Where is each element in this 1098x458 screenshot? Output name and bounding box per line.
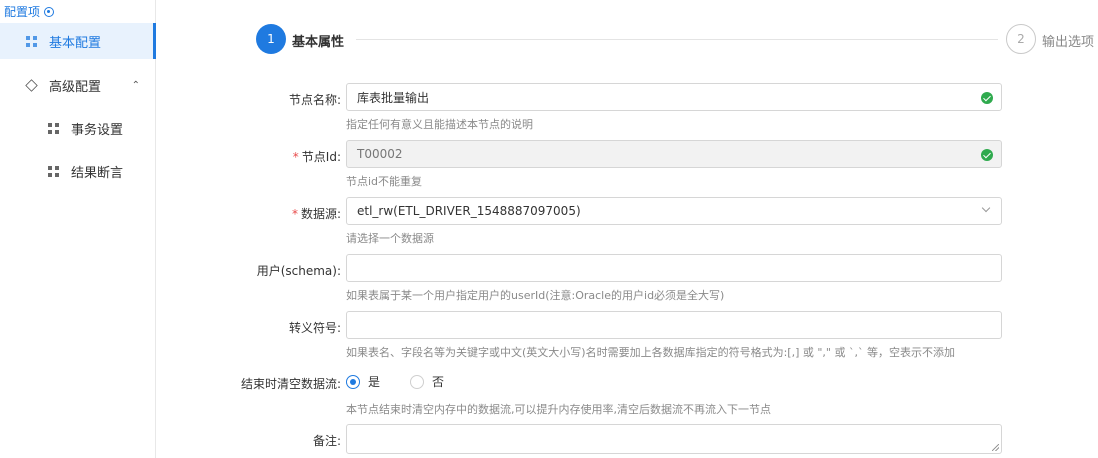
sidebar-item-basic-config[interactable]: 基本配置	[0, 23, 156, 59]
escape-help: 如果表名、字段名等为关键字或中文(英文大小写)名时需要加上各数据库指定的符号格式…	[346, 346, 955, 359]
radio-label: 是	[368, 375, 381, 389]
cube-icon	[25, 78, 38, 92]
step-divider	[356, 39, 998, 40]
sidebar-item-label: 事务设置	[71, 122, 124, 138]
datasource-help: 请选择一个数据源	[346, 232, 434, 245]
clear-stream-radio-group: 是 否	[346, 373, 444, 390]
grid-icon	[48, 122, 59, 134]
node-id-label: * 节点Id:	[292, 150, 341, 164]
sidebar-item-label: 基本配置	[49, 35, 102, 51]
sidebar-item-transaction-settings[interactable]: 事务设置	[0, 110, 156, 146]
escape-label: 转义符号:	[288, 321, 341, 335]
schema-label: 用户(schema):	[256, 264, 341, 278]
sidebar-title: 配置项	[4, 3, 55, 20]
sidebar: 配置项 基本配置 高级配置 ⌃ 事务设置 结果断言	[0, 0, 156, 458]
grid-icon	[48, 165, 59, 177]
settings-icon[interactable]	[44, 6, 55, 17]
node-name-input[interactable]: 库表批量输出	[346, 83, 1002, 111]
step-1-label[interactable]: 基本属性	[292, 31, 344, 50]
app: 配置项 基本配置 高级配置 ⌃ 事务设置 结果断言 1 基本属性 2 输出选项	[0, 0, 1098, 458]
radio-checked-icon	[346, 374, 360, 389]
escape-input[interactable]	[346, 311, 1002, 339]
check-circle-icon	[981, 149, 993, 161]
datasource-select[interactable]: etl_rw(ETL_DRIVER_1548887097005)	[346, 197, 1002, 225]
step-2-label[interactable]: 输出选项	[1042, 31, 1094, 50]
radio-no[interactable]: 否	[410, 373, 444, 390]
datasource-value: etl_rw(ETL_DRIVER_1548887097005)	[357, 204, 581, 218]
node-id-value: T00002	[357, 147, 403, 161]
chevron-down-icon	[981, 203, 991, 213]
sidebar-item-advanced-config[interactable]: 高级配置 ⌃	[0, 67, 156, 103]
schema-input[interactable]	[346, 254, 1002, 282]
node-name-label: 节点名称:	[288, 93, 341, 107]
datasource-label: * 数据源:	[291, 207, 341, 221]
required-mark: *	[291, 207, 298, 221]
steps: 1 基本属性 2 输出选项	[256, 24, 1096, 56]
radio-unchecked-icon	[410, 374, 425, 389]
resize-handle-icon[interactable]	[992, 444, 999, 451]
step-2-indicator[interactable]: 2	[1006, 24, 1036, 54]
grid-icon	[26, 35, 37, 47]
radio-yes[interactable]: 是	[346, 373, 380, 390]
sidebar-item-label: 结果断言	[71, 165, 124, 181]
sidebar-item-result-assertion[interactable]: 结果断言	[0, 153, 156, 189]
node-id-input: T00002	[346, 140, 1002, 168]
clear-stream-label: 结束时清空数据流:	[240, 377, 341, 391]
chevron-up-icon: ⌃	[131, 79, 140, 91]
sidebar-title-label: 配置项	[4, 5, 41, 19]
remark-label: 备注:	[312, 434, 341, 448]
schema-help: 如果表属于某一个用户指定用户的userId(注意:Oracle的用户id必须是全…	[346, 289, 725, 302]
check-circle-icon	[981, 92, 993, 104]
step-1-indicator[interactable]: 1	[256, 24, 286, 54]
required-mark: *	[292, 150, 299, 164]
radio-label: 否	[432, 375, 445, 389]
node-name-help: 指定任何有意义且能描述本节点的说明	[346, 118, 533, 131]
clear-stream-help: 本节点结束时清空内存中的数据流,可以提升内存使用率,清空后数据流不再流入下一节点	[346, 403, 771, 416]
node-name-value: 库表批量输出	[357, 90, 430, 105]
sidebar-item-label: 高级配置	[49, 79, 102, 95]
remark-textarea[interactable]	[346, 424, 1002, 454]
node-id-help: 节点id不能重复	[346, 175, 423, 188]
